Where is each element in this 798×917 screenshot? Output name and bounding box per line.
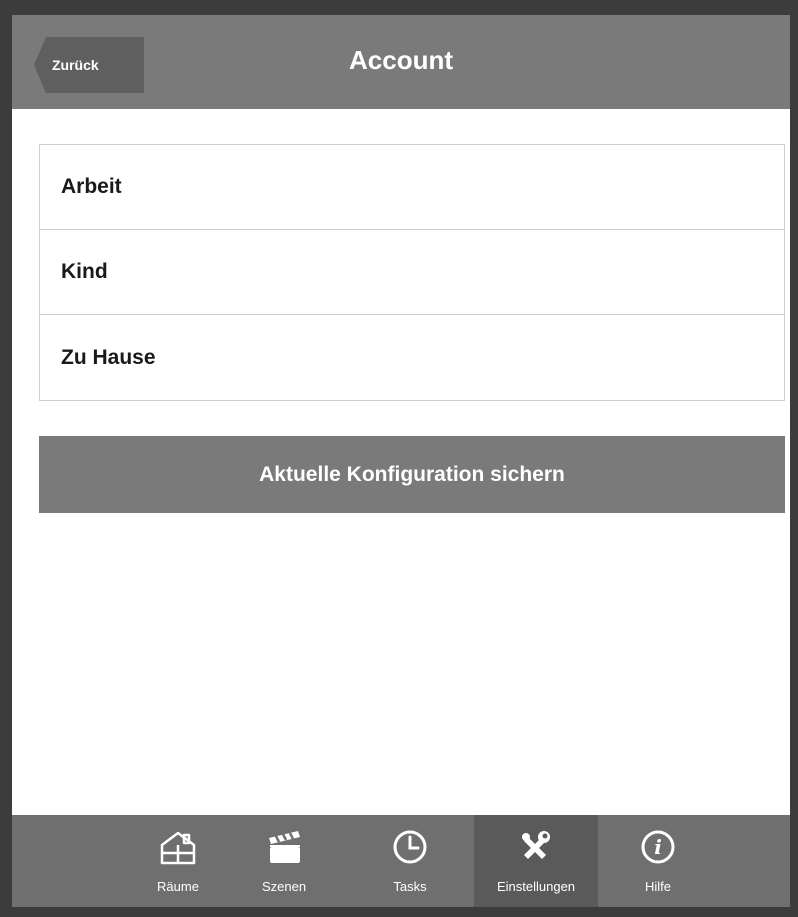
tab-szenen[interactable]: Szenen xyxy=(229,815,339,907)
tab-label: Szenen xyxy=(261,879,307,894)
tab-hilfe[interactable]: i Hilfe xyxy=(608,815,708,907)
tab-label: Hilfe xyxy=(644,879,671,894)
tools-icon xyxy=(522,831,550,859)
app-screen: Zurück Account Arbeit Kind Zu Hause Aktu… xyxy=(12,15,790,907)
clapperboard-icon xyxy=(269,831,300,863)
tab-raeume[interactable]: Räume xyxy=(123,815,233,907)
account-list: Arbeit Kind Zu Hause xyxy=(39,144,785,401)
list-item-arbeit[interactable]: Arbeit xyxy=(40,145,784,230)
tab-label: Räume xyxy=(157,879,199,894)
list-item-zu-hause[interactable]: Zu Hause xyxy=(40,315,784,400)
save-configuration-button[interactable]: Aktuelle Konfiguration sichern xyxy=(39,436,785,513)
bottom-tab-bar: Räume Szenen Tasks Einstellungen i Hilfe xyxy=(12,815,790,907)
info-icon: i xyxy=(641,830,675,864)
clock-icon xyxy=(393,830,427,864)
tab-label: Einstellungen xyxy=(496,879,576,894)
tab-einstellungen[interactable]: Einstellungen xyxy=(474,815,598,907)
list-item-kind[interactable]: Kind xyxy=(40,230,784,315)
header-bar: Zurück Account xyxy=(12,15,790,109)
tab-tasks[interactable]: Tasks xyxy=(360,815,460,907)
house-icon xyxy=(160,831,196,865)
tab-label: Tasks xyxy=(393,879,427,894)
page-title: Account xyxy=(349,45,453,75)
device-frame: Zurück Account Arbeit Kind Zu Hause Aktu… xyxy=(0,0,798,917)
svg-text:i: i xyxy=(654,835,662,859)
